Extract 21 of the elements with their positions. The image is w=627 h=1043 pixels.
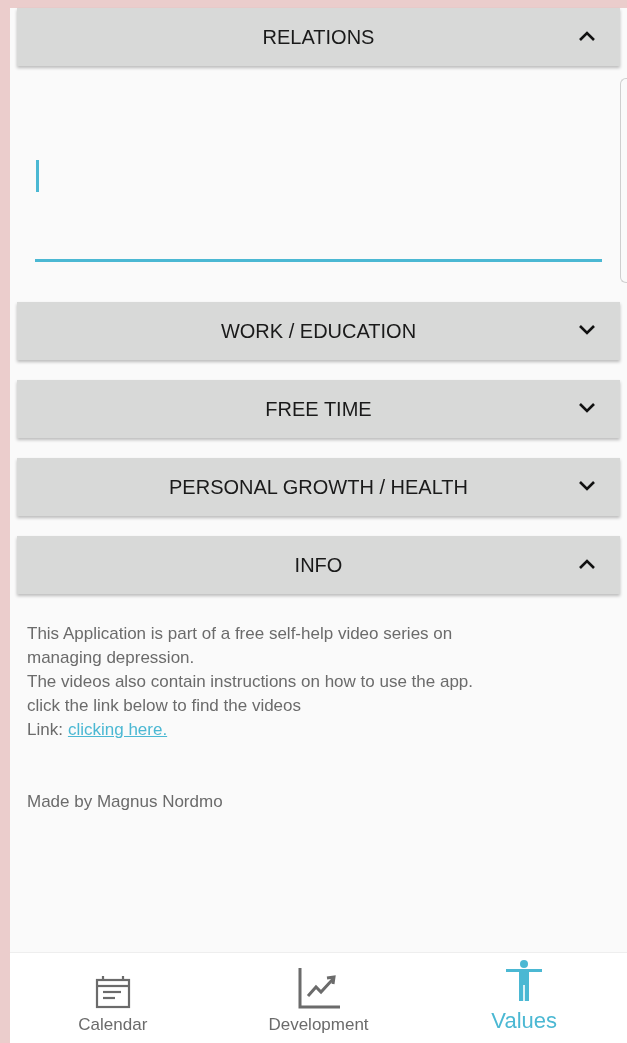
section-header[interactable]: RELATIONS	[17, 8, 620, 66]
chevron-down-icon	[578, 480, 596, 492]
section-header[interactable]: PERSONAL GROWTH / HEALTH	[17, 458, 620, 516]
text-cursor	[36, 160, 39, 192]
section-header[interactable]: INFO	[17, 536, 620, 594]
chevron-up-icon	[578, 30, 596, 42]
chevron-down-icon	[578, 324, 596, 336]
nav-tab[interactable]: Calendar	[10, 953, 216, 1043]
link-label: Link:	[27, 719, 63, 741]
chevron-down-icon	[578, 402, 596, 414]
line-chart-icon	[296, 965, 341, 1010]
section-header[interactable]: WORK / EDUCATION	[17, 302, 620, 360]
nav-tab[interactable]: Development	[215, 953, 422, 1043]
info-text: This Application is part of a free self-help video series on managing depression.	[27, 623, 454, 669]
info-text: click the link below to find the videos	[27, 695, 303, 717]
info-text: The videos also contain instructions on how to use the app.	[27, 671, 475, 693]
credit-text: Made by Magnus Nordmo	[27, 791, 224, 813]
chevron-up-icon	[578, 558, 596, 570]
person-icon	[505, 960, 544, 1002]
text-field[interactable]	[35, 160, 602, 262]
section-header[interactable]: FREE TIME	[17, 380, 620, 438]
